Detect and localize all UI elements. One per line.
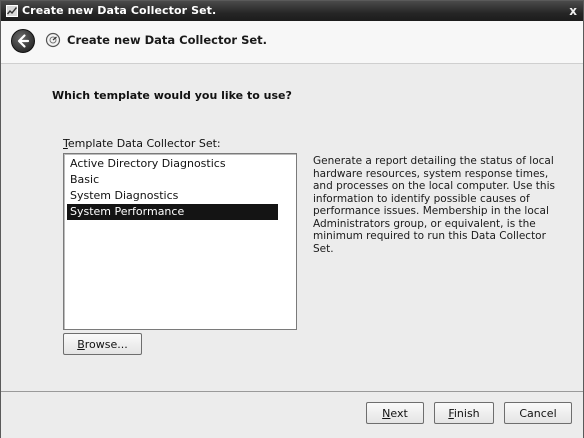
- next-button-text: ext: [390, 407, 408, 420]
- browse-button-mnemonic: B: [77, 338, 85, 351]
- template-question: Which template would you like to use?: [52, 89, 292, 102]
- template-item-system-performance[interactable]: System Performance: [67, 204, 278, 220]
- template-listbox[interactable]: Active Directory Diagnostics Basic Syste…: [63, 153, 297, 330]
- template-description: Generate a report detailing the status o…: [313, 155, 555, 255]
- template-list-label-text: emplate Data Collector Set:: [67, 137, 221, 150]
- performance-monitor-icon: [6, 5, 18, 17]
- wizard-title: Create new Data Collector Set.: [67, 33, 268, 47]
- back-button[interactable]: [11, 29, 35, 53]
- close-icon[interactable]: x: [569, 3, 577, 19]
- data-collector-icon: [45, 32, 61, 48]
- browse-button[interactable]: Browse...: [63, 333, 142, 355]
- template-item-basic[interactable]: Basic: [67, 172, 278, 188]
- wizard-window: Create new Data Collector Set. x Create …: [0, 0, 584, 438]
- back-arrow-icon: [17, 34, 30, 48]
- browse-button-text: rowse...: [84, 338, 128, 351]
- window-title: Create new Data Collector Set.: [22, 4, 217, 17]
- template-list-label: Template Data Collector Set:: [63, 137, 221, 150]
- template-item-active-directory-diagnostics[interactable]: Active Directory Diagnostics: [67, 156, 278, 172]
- wizard-header: Create new Data Collector Set.: [1, 21, 583, 64]
- finish-button-text: inish: [453, 407, 480, 420]
- next-button[interactable]: Next: [366, 402, 424, 424]
- template-item-system-diagnostics[interactable]: System Diagnostics: [67, 188, 278, 204]
- wizard-content: Which template would you like to use? Te…: [1, 64, 583, 390]
- wizard-footer: Next Finish Cancel: [1, 391, 583, 438]
- cancel-button[interactable]: Cancel: [504, 402, 572, 424]
- finish-button[interactable]: Finish: [434, 402, 494, 424]
- title-bar[interactable]: Create new Data Collector Set. x: [1, 1, 583, 21]
